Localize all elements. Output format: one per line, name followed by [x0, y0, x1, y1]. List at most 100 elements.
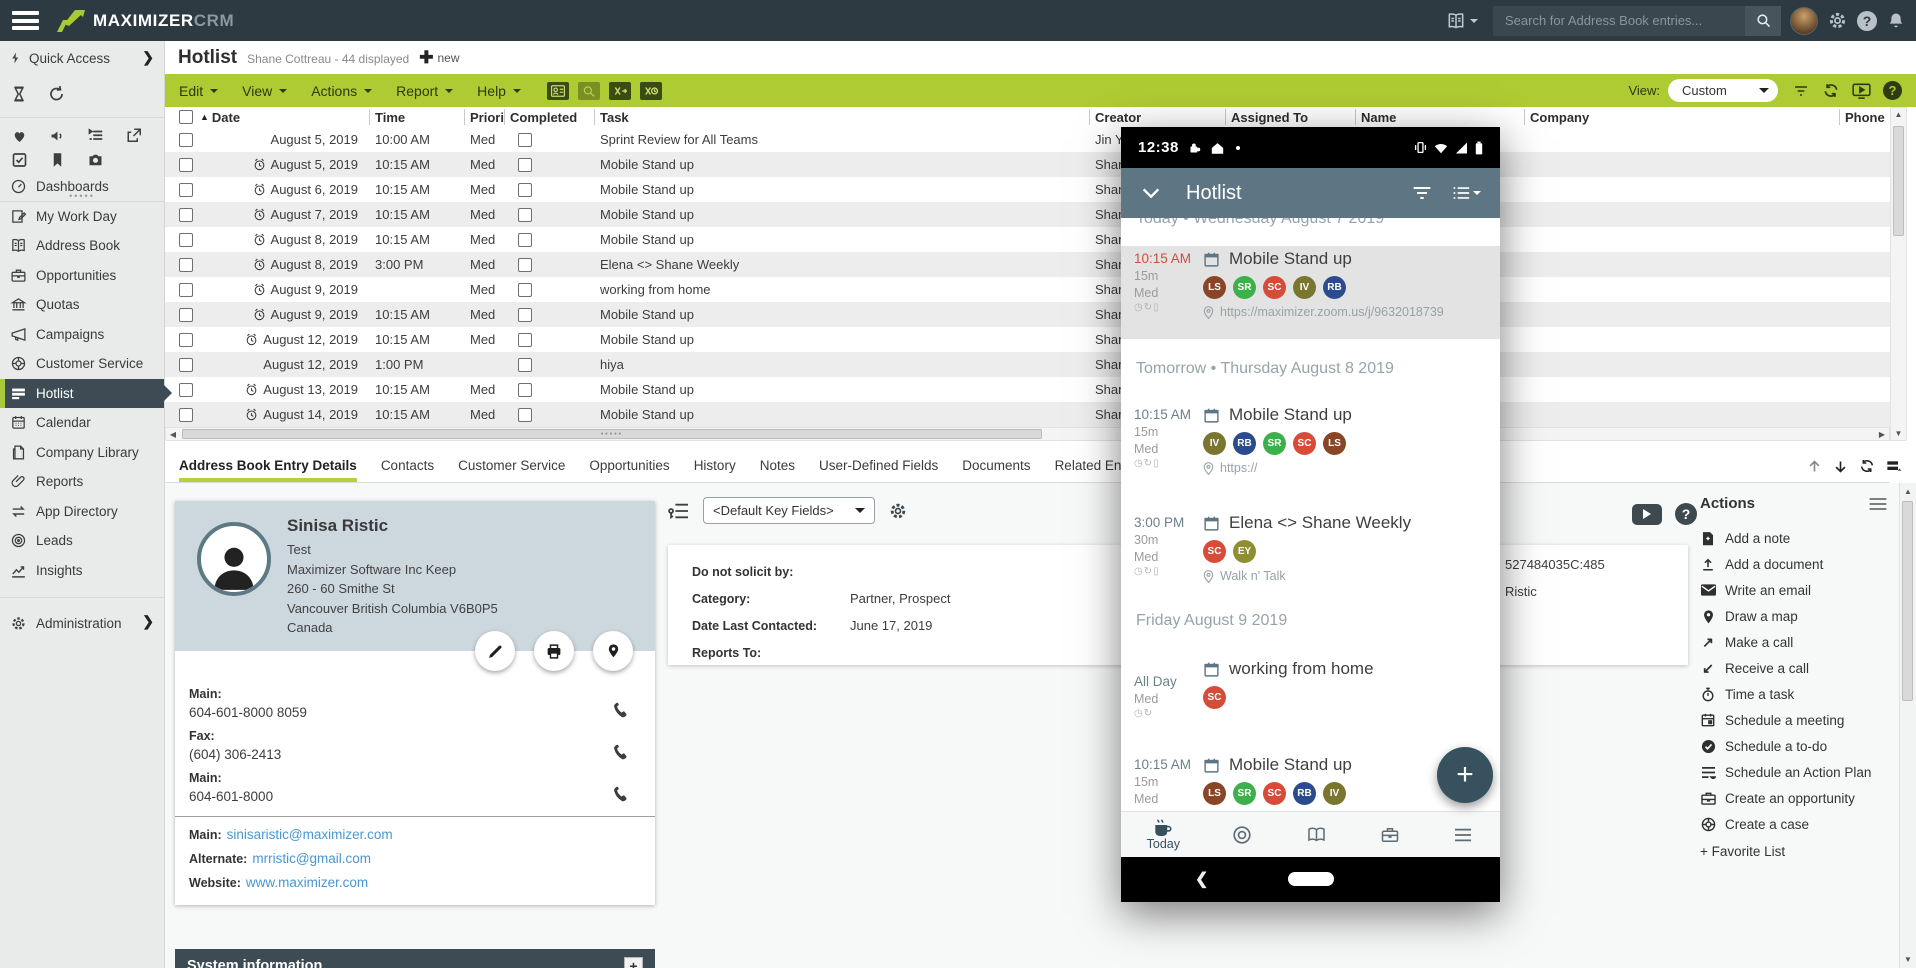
scroll-left-icon[interactable]: ◀ — [166, 430, 180, 439]
attendee-avatar[interactable]: LS — [1203, 276, 1226, 299]
table-row[interactable]: August 12, 2019 1:00 PM hiya Shane Cottr… — [165, 352, 1890, 377]
row-checkbox[interactable] — [179, 133, 193, 147]
row-checkbox[interactable] — [179, 358, 193, 372]
phone-hotlist-item[interactable]: All Day Med ◷↻ working from home SC — [1121, 656, 1500, 746]
detail-tab[interactable]: Contacts — [381, 458, 434, 482]
attendee-avatar[interactable]: SR — [1233, 782, 1256, 805]
action-time-task[interactable]: Time a task — [1700, 681, 1888, 707]
volume-icon[interactable] — [48, 127, 67, 145]
sidebar-item-quick-access[interactable]: Quick Access — [9, 50, 110, 66]
row-checkbox[interactable] — [179, 383, 193, 397]
user-avatar[interactable] — [1790, 7, 1818, 35]
arrow-up-icon[interactable] — [1807, 459, 1822, 474]
view-options-icon[interactable] — [1452, 185, 1481, 201]
key-fields-settings-icon[interactable] — [888, 501, 908, 521]
phone-hotlist-item[interactable]: 10:15 AM 15m Med ◷↻▯ Mobile Stand up IVR… — [1121, 402, 1500, 494]
row-checkbox[interactable] — [179, 158, 193, 172]
layout-menu-icon[interactable] — [1886, 459, 1902, 473]
row-checkbox[interactable] — [179, 408, 193, 422]
website-link[interactable]: www.maximizer.com — [246, 875, 368, 890]
column-header-creator[interactable]: Creator — [1090, 109, 1226, 125]
email-link[interactable]: sinisaristic@maximizer.com — [227, 827, 393, 842]
table-row[interactable]: August 8, 2019 3:00 PM Med Elena <> Shan… — [165, 252, 1890, 277]
attendee-avatar[interactable]: SR — [1263, 432, 1286, 455]
sidebar-item-reports[interactable]: Reports — [0, 467, 164, 497]
bookmark-icon[interactable] — [48, 151, 67, 169]
action-make-call[interactable]: ↗ Make a call — [1700, 629, 1888, 655]
attendee-avatar[interactable]: RB — [1233, 432, 1256, 455]
horizontal-scrollbar[interactable]: ◀ ••••• ▶ — [165, 427, 1890, 441]
attendee-avatar[interactable]: LS — [1323, 432, 1346, 455]
attendee-avatar[interactable]: SR — [1233, 276, 1256, 299]
detail-tab[interactable]: Notes — [760, 458, 795, 482]
administration-expand-chevron[interactable]: ❯ — [142, 613, 154, 630]
table-row[interactable]: August 9, 2019 Med working from home Sha… — [165, 277, 1890, 302]
video-help-icon[interactable] — [1632, 504, 1662, 525]
sidebar-item-address-book[interactable]: Address Book — [0, 231, 164, 261]
call-icon[interactable] — [611, 742, 629, 760]
print-contact-button[interactable] — [534, 631, 574, 671]
sidebar-item-dashboards[interactable]: Dashboards — [0, 172, 164, 202]
table-row[interactable]: August 12, 2019 10:15 AM Med Mobile Stan… — [165, 327, 1890, 352]
table-row[interactable]: August 9, 2019 10:15 AM Med Mobile Stand… — [165, 302, 1890, 327]
expand-plus-icon[interactable]: + — [624, 957, 643, 968]
collapse-chevron-icon[interactable] — [1140, 185, 1162, 201]
menu-edit[interactable]: Edit — [179, 83, 218, 99]
attendee-avatar[interactable]: RB — [1323, 276, 1346, 299]
attendee-avatar[interactable]: SC — [1293, 432, 1316, 455]
video-tutorial-icon[interactable] — [1852, 83, 1871, 99]
completed-checkbox[interactable] — [518, 158, 532, 172]
item-location[interactable]: https://maximizer.zoom.us/j/9632018739 — [1220, 305, 1444, 319]
task-check-icon[interactable] — [10, 151, 29, 169]
phone-hotlist-item[interactable]: 10:15 AM 15m Med ◷↻▯ Mobile Stand up LSS… — [1121, 246, 1500, 339]
completed-checkbox[interactable] — [518, 383, 532, 397]
sidebar-item-calendar[interactable]: Calendar — [0, 408, 164, 438]
action-write-email[interactable]: Write an email — [1700, 577, 1888, 603]
notifications-bell-icon[interactable] — [1886, 11, 1906, 31]
table-row[interactable]: August 8, 2019 10:15 AM Med Mobile Stand… — [165, 227, 1890, 252]
detail-tab[interactable]: User-Defined Fields — [819, 458, 938, 482]
scroll-down-icon[interactable]: ▼ — [1900, 955, 1916, 964]
detail-scrollbar[interactable]: ▲ ▼ — [1899, 483, 1916, 968]
table-row[interactable]: August 6, 2019 10:15 AM Med Mobile Stand… — [165, 177, 1890, 202]
column-setup-icon[interactable] — [86, 127, 105, 145]
item-location[interactable]: Walk n' Talk — [1220, 569, 1286, 583]
row-checkbox[interactable] — [179, 258, 193, 272]
recurring-icon[interactable] — [47, 84, 66, 104]
view-select[interactable]: Custom — [1668, 79, 1778, 102]
section-help-icon[interactable]: ? — [1675, 503, 1697, 525]
action-add-document[interactable]: Add a document — [1700, 551, 1888, 577]
completed-checkbox[interactable] — [518, 183, 532, 197]
completed-checkbox[interactable] — [518, 358, 532, 372]
action-create-case[interactable]: Create a case — [1700, 811, 1888, 837]
row-checkbox[interactable] — [179, 183, 193, 197]
sidebar-item-opportunities[interactable]: Opportunities — [0, 261, 164, 291]
filter-icon[interactable] — [1412, 185, 1432, 201]
export-excel-icon[interactable] — [609, 82, 631, 100]
row-checkbox[interactable] — [179, 233, 193, 247]
export-excel-report-icon[interactable] — [640, 82, 662, 100]
help-icon[interactable]: ? — [1857, 11, 1877, 31]
select-all-checkbox[interactable] — [179, 110, 193, 124]
arrow-down-icon[interactable] — [1833, 459, 1848, 474]
detail-tab[interactable]: Customer Service — [458, 458, 565, 482]
column-header-date[interactable]: ▲Date — [195, 109, 370, 125]
row-checkbox[interactable] — [179, 208, 193, 222]
global-search-icon[interactable] — [578, 82, 600, 100]
scroll-down-icon[interactable]: ▼ — [1895, 429, 1903, 438]
phone-nav-today[interactable]: Today — [1147, 818, 1180, 851]
table-row[interactable]: August 13, 2019 10:15 AM Med Mobile Stan… — [165, 377, 1890, 402]
phone-nav-opportunities[interactable] — [1379, 825, 1401, 845]
phone-nav-address-book[interactable] — [1305, 825, 1328, 845]
search-button[interactable] — [1745, 6, 1781, 36]
completed-checkbox[interactable] — [518, 258, 532, 272]
scroll-up-icon[interactable]: ▲ — [1900, 487, 1916, 496]
table-row[interactable]: August 7, 2019 10:15 AM Med Mobile Stand… — [165, 202, 1890, 227]
android-home-pill[interactable] — [1288, 872, 1334, 886]
detail-tab[interactable]: History — [694, 458, 736, 482]
menu-help[interactable]: Help — [477, 83, 521, 99]
android-back-icon[interactable]: ❮ — [1195, 869, 1208, 889]
actions-menu-icon[interactable] — [1868, 497, 1888, 511]
completed-checkbox[interactable] — [518, 233, 532, 247]
action-receive-call[interactable]: ↙ Receive a call — [1700, 655, 1888, 681]
